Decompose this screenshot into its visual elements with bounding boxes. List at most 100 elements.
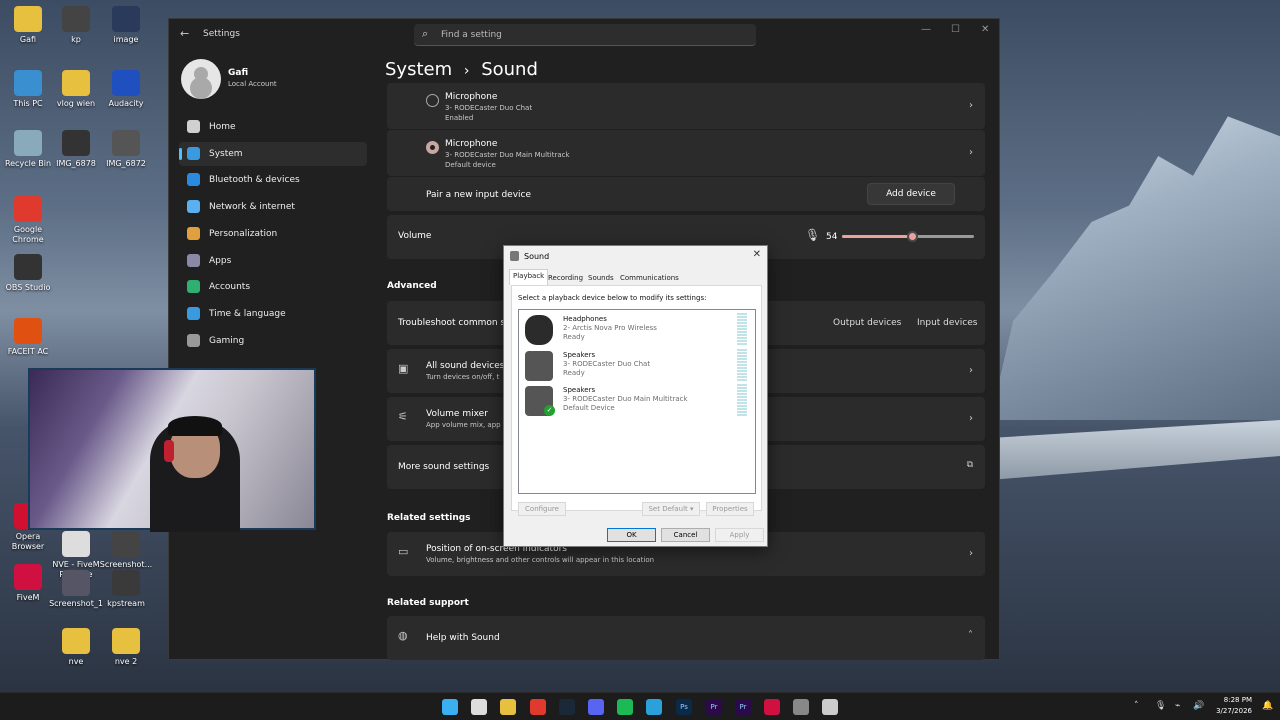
sidebar-item-system[interactable]: System xyxy=(179,141,367,166)
add-device-button[interactable]: Add device xyxy=(867,183,955,205)
settings-icon[interactable] xyxy=(793,699,809,715)
sound-app-icon[interactable] xyxy=(822,699,838,715)
file-icon xyxy=(112,570,140,596)
sound-dialog-icon xyxy=(510,251,519,261)
help-title: Help with Sound xyxy=(426,633,500,643)
properties-button[interactable]: Properties xyxy=(706,502,754,516)
ok-button[interactable]: OK xyxy=(607,528,656,542)
premiere-icon[interactable]: Pr xyxy=(735,699,751,715)
input-device-row[interactable]: Microphone 3- RODECaster Duo Main Multit… xyxy=(387,130,985,176)
file-icon xyxy=(62,6,90,32)
volume-icon[interactable]: 🔊 xyxy=(1193,701,1204,711)
set-default-button[interactable]: Set Default ▾ xyxy=(642,502,700,516)
desktop-icon-label: Screenshot... xyxy=(99,560,153,569)
clock-time[interactable]: 8:28 PM xyxy=(1218,696,1252,704)
sidebar-item-time-language[interactable]: Time & language xyxy=(179,302,367,326)
desktop-icon[interactable]: Audacity xyxy=(98,70,154,109)
clock-date[interactable]: 3/27/2026 xyxy=(1208,707,1252,715)
cancel-button[interactable]: Cancel xyxy=(661,528,710,542)
desktop-icon[interactable]: IMG_6872 xyxy=(98,130,154,169)
radio-button-selected[interactable] xyxy=(426,141,439,154)
desktop-icon[interactable]: IMG_6878 xyxy=(48,130,104,169)
sidebar-item-network-internet[interactable]: Network & internet xyxy=(179,195,367,219)
volume-thumb[interactable] xyxy=(907,231,919,242)
search-icon[interactable] xyxy=(471,699,487,715)
breadcrumb-parent[interactable]: System xyxy=(385,59,452,80)
device-name: Headphones xyxy=(563,315,607,323)
desktop-icon[interactable]: image xyxy=(98,6,154,45)
dialog-close-icon[interactable]: ✕ xyxy=(753,249,761,260)
sidebar-item-home[interactable]: Home xyxy=(179,115,367,139)
globe-clock-icon xyxy=(187,306,200,320)
show-hidden-icons[interactable]: ˄ xyxy=(1134,701,1139,711)
maximize-button[interactable]: ☐ xyxy=(951,24,960,35)
apply-button[interactable]: Apply xyxy=(715,528,764,542)
desktop-icon[interactable]: FACEIT AC xyxy=(0,318,56,357)
output-devices-button[interactable]: Output devices xyxy=(833,318,901,328)
desktop-icon[interactable]: kpstream xyxy=(98,570,154,609)
sidebar-item-gaming[interactable]: Gaming xyxy=(179,329,367,353)
desktop-icon-label: FACEIT AC xyxy=(7,347,49,356)
desktop-icon[interactable]: OBS Studio xyxy=(0,254,56,293)
sound-dialog: Sound ✕ Playback Recording Sounds Commun… xyxy=(503,245,768,547)
headphones-icon xyxy=(525,315,553,345)
microphone-icon[interactable]: 🎙 xyxy=(805,228,820,242)
headset xyxy=(164,440,174,462)
mixer-title: Volume mixer xyxy=(426,409,488,419)
page-title: Sound xyxy=(481,59,538,80)
desktop-icon-label: OBS Studio xyxy=(5,283,51,292)
fivem-icon[interactable] xyxy=(764,699,780,715)
obs-icon xyxy=(14,254,42,280)
configure-button[interactable]: Configure xyxy=(518,502,566,516)
photoshop-icon[interactable]: Ps xyxy=(676,699,692,715)
file-explorer-icon[interactable] xyxy=(500,699,516,715)
desktop-icon[interactable]: Google Chrome xyxy=(0,196,56,245)
chevron-up-icon: ˄ xyxy=(968,630,973,641)
desktop-icon[interactable]: nve 2 xyxy=(98,628,154,667)
desktop-icon[interactable]: kp xyxy=(48,6,104,45)
tab-communications[interactable]: Communications xyxy=(617,272,682,284)
close-button[interactable]: ✕ xyxy=(981,24,989,35)
tab-sounds[interactable]: Sounds xyxy=(585,272,617,284)
spotify-icon[interactable] xyxy=(617,699,633,715)
folder-icon xyxy=(62,70,90,96)
back-arrow-icon[interactable]: ← xyxy=(180,27,189,40)
tab-recording[interactable]: Recording xyxy=(545,272,586,284)
list-item[interactable]: Speakers 3- RODECaster Duo Chat Ready xyxy=(523,349,749,383)
discord-icon[interactable] xyxy=(588,699,604,715)
person-hair xyxy=(168,416,222,436)
playback-device-list: Headphones 2- Arctis Nova Pro Wireless R… xyxy=(518,309,756,494)
tab-playback[interactable]: Playback xyxy=(509,269,549,285)
network-icon[interactable]: ⌁ xyxy=(1175,701,1180,711)
sidebar-item-bluetooth-devices[interactable]: Bluetooth & devices xyxy=(179,168,367,192)
help-with-sound-row[interactable]: ◍ Help with Sound ˄ xyxy=(387,616,985,660)
premiere-icon[interactable]: Pr xyxy=(706,699,722,715)
breadcrumb-separator: › xyxy=(463,63,470,79)
desktop-icon[interactable]: Screenshot_1 xyxy=(48,570,104,609)
sidebar-item-accounts[interactable]: Accounts xyxy=(179,275,367,299)
desktop-icon[interactable]: vlog wien xyxy=(48,70,104,109)
volume-slider[interactable] xyxy=(842,231,974,242)
sidebar-item-personalization[interactable]: Personalization xyxy=(179,222,367,246)
chevron-right-icon: › xyxy=(969,548,973,559)
desktop-icon[interactable]: nve xyxy=(48,628,104,667)
list-item[interactable]: Headphones 2- Arctis Nova Pro Wireless R… xyxy=(523,313,749,347)
sidebar-item-apps[interactable]: Apps xyxy=(179,249,367,273)
search-input[interactable]: ⌕ Find a setting xyxy=(414,24,756,46)
notification-bell-icon[interactable]: 🔔 xyxy=(1262,701,1273,711)
steam-icon[interactable] xyxy=(559,699,575,715)
input-devices-button[interactable]: Input devices xyxy=(917,318,977,328)
desktop-icon[interactable]: Screenshot... xyxy=(98,531,154,570)
avatar[interactable] xyxy=(181,59,221,99)
list-item[interactable]: ✓ Speakers 3- RODECaster Duo Main Multit… xyxy=(523,384,749,418)
system-icon xyxy=(187,146,200,160)
radio-button[interactable] xyxy=(426,94,439,107)
input-device-row[interactable]: Microphone 3- RODECaster Duo Chat Enable… xyxy=(387,83,985,129)
profile-name: Gafi xyxy=(228,68,249,78)
minimize-button[interactable]: — xyxy=(921,24,931,35)
windows-start-icon[interactable] xyxy=(442,699,458,715)
device-name: 3- RODECaster Duo Main Multitrack xyxy=(445,151,570,159)
chrome-icon[interactable] xyxy=(530,699,546,715)
microphone-tray-icon[interactable]: 🎙 xyxy=(1155,701,1166,711)
telegram-icon[interactable] xyxy=(646,699,662,715)
